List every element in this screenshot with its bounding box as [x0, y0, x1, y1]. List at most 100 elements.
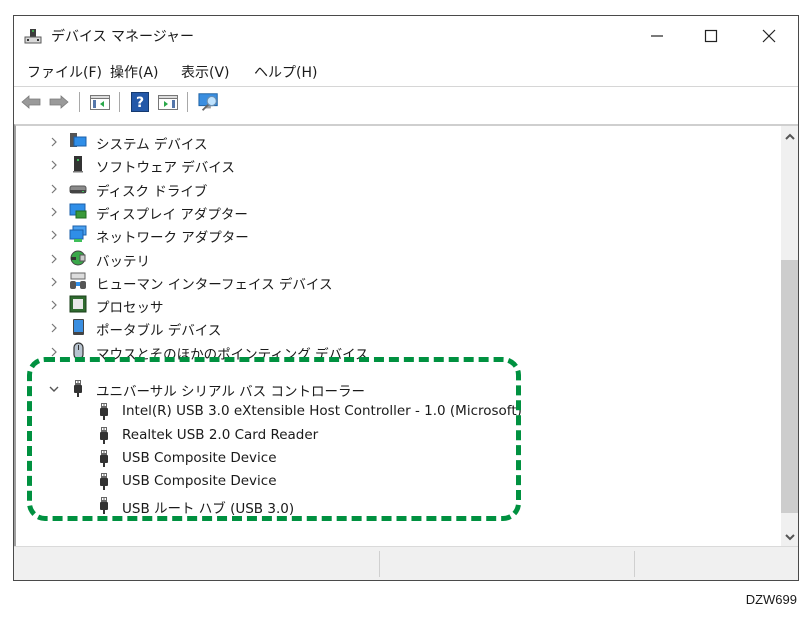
status-separator — [379, 551, 380, 577]
toolbar-separator — [79, 92, 80, 112]
expand-chevron-right-icon[interactable] — [48, 299, 60, 311]
usb-plug-icon — [100, 449, 108, 467]
usb-device-label: Intel(R) USB 3.0 eXtensible Host Control… — [122, 403, 522, 420]
tree-category-label: ポータブル デバイス — [96, 323, 222, 340]
menu-file[interactable]: ファイル(F) — [27, 62, 102, 82]
expand-chevron-right-icon[interactable] — [48, 183, 60, 195]
tree-category-row[interactable]: ディスク ドライブ — [16, 177, 756, 200]
usb-device-row[interactable]: USB ルート ハブ (USB 3.0) — [16, 494, 756, 517]
scroll-up-button[interactable] — [781, 128, 798, 145]
expand-chevron-right-icon[interactable] — [48, 346, 60, 358]
processor-icon — [69, 295, 87, 313]
minimize-icon — [651, 35, 663, 37]
tree-category-label: バッテリ — [96, 253, 150, 270]
tree-category-label: ディスク ドライブ — [96, 183, 208, 200]
back-button[interactable] — [20, 91, 42, 113]
tree-category-label: ネットワーク アダプター — [96, 230, 249, 247]
scroll-thumb[interactable] — [781, 260, 798, 513]
tree-category-label: プロセッサ — [96, 300, 164, 317]
scroll-down-button[interactable] — [781, 528, 798, 545]
expand-chevron-right-icon[interactable] — [48, 253, 60, 265]
action-pane-icon — [158, 95, 178, 110]
disk-drive-icon — [69, 185, 87, 194]
tree-category-row[interactable]: バッテリ — [16, 247, 756, 270]
tree-category-row[interactable]: マウスとそのほかのポインティング デバイス — [16, 340, 756, 363]
close-icon — [762, 29, 776, 43]
status-separator — [634, 551, 635, 577]
chevron-down-icon — [784, 533, 795, 540]
menu-view[interactable]: 表示(V) — [181, 62, 230, 82]
maximize-button[interactable] — [688, 20, 734, 52]
tree-category-row[interactable]: ポータブル デバイス — [16, 316, 756, 339]
tree-category-label: ヒューマン インターフェイス デバイス — [96, 276, 333, 293]
toolbar: ? — [14, 87, 798, 117]
forward-arrow-icon — [49, 95, 69, 109]
portable-device-icon — [73, 319, 84, 336]
close-button[interactable] — [746, 20, 792, 52]
maximize-icon — [704, 29, 718, 43]
usb-plug-icon — [74, 380, 82, 397]
expand-chevron-right-icon[interactable] — [48, 229, 60, 241]
toolbar-separator — [119, 92, 120, 112]
console-tree-icon — [90, 95, 110, 110]
usb-device-label: USB Composite Device — [122, 473, 277, 490]
device-manager-window: デバイス マネージャー ファイル(F) 操作(A) 表示(V) ヘルプ(H) ? — [13, 15, 799, 581]
tree-category-row[interactable]: ネットワーク アダプター — [16, 223, 756, 246]
usb-device-row[interactable]: Intel(R) USB 3.0 eXtensible Host Control… — [16, 400, 756, 423]
action-pane-button[interactable] — [157, 91, 179, 113]
figure-code: DZW699 — [745, 592, 797, 607]
tree-category-label: ディスプレイ アダプター — [96, 206, 248, 223]
title-bar: デバイス マネージャー — [14, 16, 798, 56]
usb-device-row[interactable]: Realtek USB 2.0 Card Reader — [16, 424, 756, 447]
tree-category-row[interactable]: システム デバイス — [16, 130, 756, 153]
back-arrow-icon — [21, 95, 41, 109]
svg-text:?: ? — [136, 95, 144, 111]
usb-plug-icon — [100, 496, 108, 514]
chevron-up-icon — [784, 133, 795, 140]
tree-category-row[interactable]: ディスプレイ アダプター — [16, 200, 756, 223]
vertical-scrollbar[interactable] — [781, 126, 798, 547]
tree-category-label: マウスとそのほかのポインティング デバイス — [96, 346, 369, 363]
toolbar-separator — [187, 92, 188, 112]
tree-category-row-usb[interactable]: ユニバーサル シリアル バス コントローラー — [16, 377, 756, 400]
device-manager-icon — [24, 29, 42, 44]
minimize-button[interactable] — [634, 20, 680, 52]
software-devices-icon — [73, 156, 83, 173]
tree-category-label: ユニバーサル シリアル バス コントローラー — [96, 384, 365, 400]
usb-device-label: Realtek USB 2.0 Card Reader — [122, 426, 319, 443]
expand-chevron-right-icon[interactable] — [48, 159, 60, 171]
help-button[interactable]: ? — [129, 91, 151, 113]
usb-device-label: USB ルート ハブ (USB 3.0) — [122, 500, 295, 517]
display-adapter-icon — [69, 203, 87, 219]
tree-category-row[interactable]: プロセッサ — [16, 293, 756, 316]
tree-category-row[interactable]: ソフトウェア デバイス — [16, 153, 756, 176]
usb-plug-icon — [100, 473, 108, 491]
expand-chevron-right-icon[interactable] — [48, 322, 60, 334]
usb-device-row[interactable]: USB Composite Device — [16, 447, 756, 470]
usb-device-row[interactable]: USB Composite Device — [16, 470, 756, 493]
expand-chevron-right-icon[interactable] — [48, 206, 60, 218]
console-tree-button[interactable] — [89, 91, 111, 113]
mouse-icon — [73, 342, 84, 360]
forward-button[interactable] — [48, 91, 70, 113]
tree-category-label: ソフトウェア デバイス — [96, 160, 235, 177]
usb-plug-icon — [100, 403, 108, 421]
expand-chevron-down-icon[interactable] — [48, 383, 60, 395]
menu-bar: ファイル(F) 操作(A) 表示(V) ヘルプ(H) — [14, 56, 798, 87]
menu-action[interactable]: 操作(A) — [110, 62, 159, 82]
menu-help[interactable]: ヘルプ(H) — [254, 62, 317, 82]
tree-category-label: システム デバイス — [96, 137, 208, 153]
hid-icon — [70, 272, 86, 289]
expand-chevron-right-icon[interactable] — [48, 136, 60, 148]
usb-device-label: USB Composite Device — [122, 449, 277, 466]
help-icon: ? — [131, 92, 149, 112]
system-devices-icon — [70, 133, 87, 147]
scan-monitor-icon — [198, 93, 218, 111]
expand-chevron-right-icon[interactable] — [48, 276, 60, 288]
device-tree: システム デバイスソフトウェア デバイス ディスク ドライブディスプレイ アダプタ… — [14, 124, 798, 547]
status-bar — [14, 546, 798, 580]
scan-hardware-button[interactable] — [198, 91, 220, 113]
tree-category-row[interactable]: ヒューマン インターフェイス デバイス — [16, 270, 756, 293]
battery-icon — [70, 250, 86, 265]
window-title: デバイス マネージャー — [51, 29, 195, 45]
